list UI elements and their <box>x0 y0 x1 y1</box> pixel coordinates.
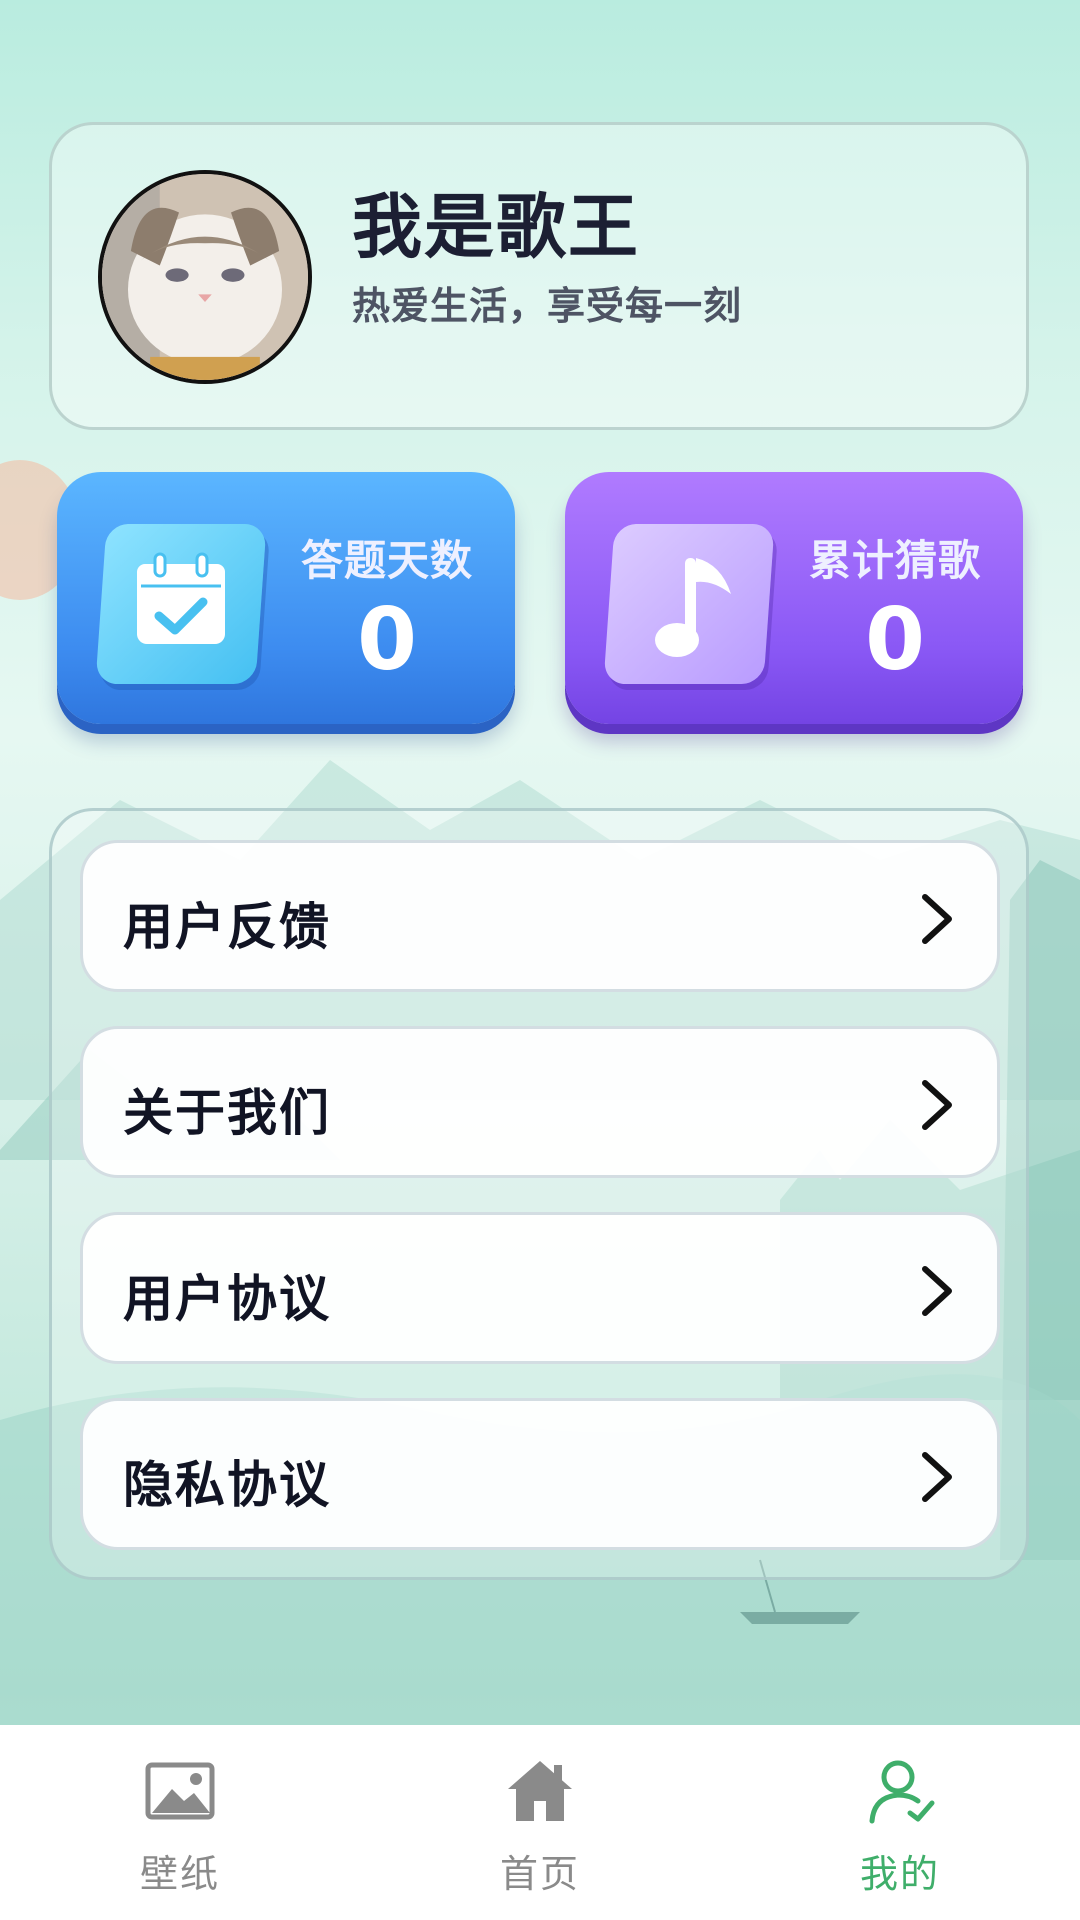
user-motto: 热爱生活，享受每一刻 <box>352 284 743 328</box>
menu-item-label: 用户协议 <box>123 1270 331 1328</box>
menu-item-privacy-policy[interactable]: 隐私协议 <box>80 1398 1000 1550</box>
tab-label: 壁纸 <box>139 1852 220 1896</box>
tab-home[interactable]: 首页 <box>440 1755 640 1896</box>
stat-value: 0 <box>357 590 417 690</box>
username: 我是歌王 <box>352 186 640 268</box>
stat-label: 答题天数 <box>300 536 473 585</box>
home-icon <box>508 1761 572 1821</box>
menu-item-label: 用户反馈 <box>123 898 331 956</box>
chevron-right-icon <box>922 1266 952 1316</box>
stat-value: 0 <box>865 590 925 690</box>
menu-item-label: 关于我们 <box>123 1084 331 1142</box>
bottom-tab-bar: 壁纸 首页 我的 <box>0 1725 1080 1920</box>
stat-label: 累计猜歌 <box>808 536 981 585</box>
tab-label: 我的 <box>859 1852 940 1896</box>
music-note-icon <box>655 558 731 657</box>
avatar[interactable] <box>98 170 312 384</box>
stat-card-answer-days[interactable]: 答题天数 0 <box>57 472 515 724</box>
cat-avatar-image <box>102 174 308 380</box>
tab-label: 首页 <box>499 1852 580 1896</box>
profile-card[interactable]: 我是歌王 热爱生活，享受每一刻 <box>49 122 1029 430</box>
settings-menu: 用户反馈 关于我们 用户协议 隐私协议 <box>49 808 1029 1580</box>
menu-item-label: 隐私协议 <box>123 1456 331 1514</box>
menu-item-user-agreement[interactable]: 用户协议 <box>80 1212 1000 1364</box>
chevron-right-icon <box>922 894 952 944</box>
chevron-right-icon <box>922 1080 952 1130</box>
chevron-right-icon <box>922 1452 952 1502</box>
tab-wallpaper[interactable]: 壁纸 <box>80 1755 280 1896</box>
menu-item-about-us[interactable]: 关于我们 <box>80 1026 1000 1178</box>
tab-mine[interactable]: 我的 <box>800 1755 1000 1896</box>
image-icon <box>145 1762 215 1820</box>
menu-item-feedback[interactable]: 用户反馈 <box>80 840 1000 992</box>
user-icon <box>869 1760 935 1824</box>
calendar-check-icon <box>137 552 225 644</box>
stat-card-songs-guessed[interactable]: 累计猜歌 0 <box>565 472 1023 724</box>
